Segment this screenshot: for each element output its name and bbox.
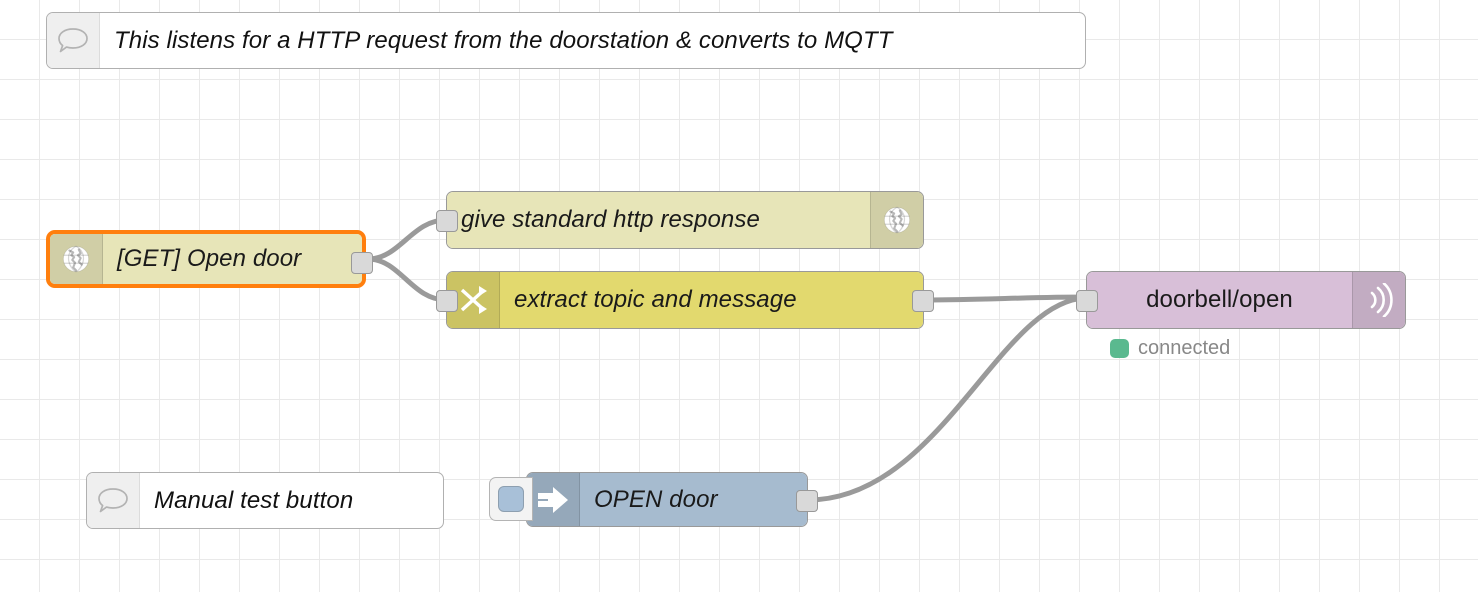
node-icon-strip [1352,272,1405,328]
node-label: Manual test button [154,486,354,514]
flow-canvas[interactable]: This listens for a HTTP request from the… [0,0,1478,592]
speech-bubble-icon [58,27,88,52]
wire-http-in-to-change[interactable] [365,256,449,303]
node-icon-strip [50,234,103,284]
node-label: doorbell/open [1146,286,1293,313]
speech-bubble-icon [98,487,128,512]
node-output-port[interactable] [912,290,934,312]
node-body: give standard http response [447,192,923,248]
change-node-extract-topic[interactable]: extract topic and message [436,271,934,329]
node-body: doorbell/open [1087,272,1405,328]
wire-change-to-mqtt-out[interactable] [921,294,1089,303]
inject-node-open-door[interactable]: OPEN door [489,472,818,527]
status-dot [1110,339,1129,358]
comment-node-manual-test[interactable]: Manual test button [86,472,444,529]
globe-icon [62,245,90,273]
node-body: Manual test button [87,473,443,528]
mqtt-out-node-doorbell-open[interactable]: doorbell/open [1076,271,1406,329]
node-input-port[interactable] [436,210,458,232]
http-response-node[interactable]: give standard http response [436,191,924,249]
wire-http-in-to-http-response[interactable] [365,217,449,262]
wifi-signal-icon [1370,283,1393,317]
node-icon-strip [47,13,100,68]
comment-node-header[interactable]: This listens for a HTTP request from the… [46,12,1086,69]
node-input-port[interactable] [436,290,458,312]
status-text: connected [1138,337,1231,359]
node-label: This listens for a HTTP request from the… [114,26,893,54]
node-label: [GET] Open door [117,245,302,272]
node-body: OPEN door [527,473,807,526]
arrow-right-icon [538,486,568,513]
node-icon-strip [527,473,580,526]
node-input-port[interactable] [1076,290,1098,312]
node-label: give standard http response [461,206,760,233]
node-label: OPEN door [594,485,718,513]
node-icon-strip [87,473,140,528]
shuffle-icon [460,286,487,314]
inject-trigger-button[interactable] [489,477,533,521]
inject-button-face [498,486,524,512]
node-label: extract topic and message [514,286,797,313]
node-body: extract topic and message [447,272,923,328]
node-output-port[interactable] [351,252,373,274]
node-output-port[interactable] [796,489,818,512]
node-icon-strip [870,192,923,248]
globe-icon [883,206,911,234]
http-in-node-open-door[interactable]: [GET] Open door [46,230,373,288]
node-status-badge: connected [1110,337,1230,360]
node-body: [GET] Open door [50,234,362,284]
node-body: This listens for a HTTP request from the… [47,13,1085,68]
